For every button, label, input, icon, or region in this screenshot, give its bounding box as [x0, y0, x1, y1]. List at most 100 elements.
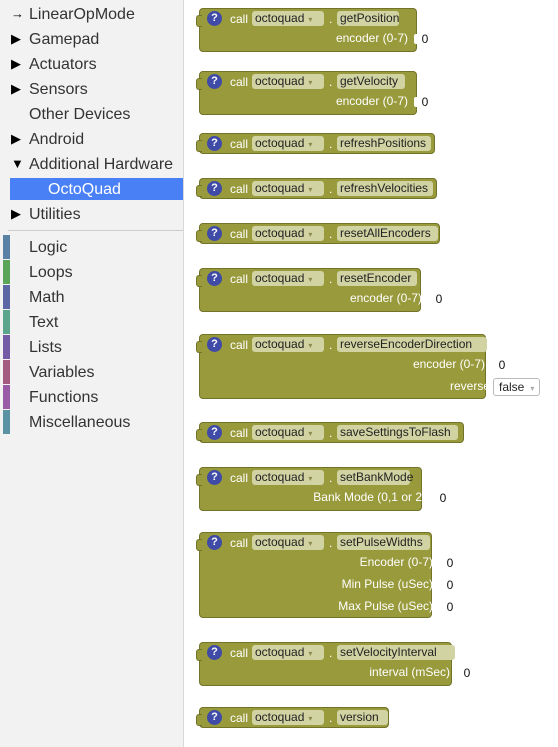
method-name: getPosition [337, 11, 399, 26]
block-setvelocityinterval[interactable]: ? call octoquad ▾. setVelocityInterval interv… [196, 642, 474, 686]
help-icon[interactable]: ? [207, 74, 222, 89]
device-dropdown[interactable]: octoquad ▾ [252, 74, 324, 89]
chevron-down-icon: ▾ [308, 429, 313, 438]
block-version[interactable]: ? call octoquad ▾. version [196, 707, 389, 728]
help-icon[interactable]: ? [207, 535, 222, 550]
category-utilities[interactable]: ▶ Utilities [0, 202, 183, 227]
number-input[interactable]: 0 [460, 665, 474, 681]
category-lists[interactable]: Lists [0, 335, 183, 360]
param-label: encoder (0-7) [412, 357, 485, 371]
category-octoquad[interactable]: OctoQuad [10, 178, 183, 200]
call-label: call [230, 471, 249, 485]
param-label: interval (mSec) [369, 665, 450, 679]
number-input[interactable]: 0 [432, 291, 446, 307]
block-notch [196, 649, 202, 661]
category-other-devices[interactable]: Other Devices [0, 102, 183, 127]
param-label: Min Pulse (uSec) [341, 577, 433, 591]
chevron-down-icon: ▾ [308, 649, 313, 658]
call-label: call [230, 137, 249, 151]
method-name: setVelocityInterval [337, 645, 455, 660]
help-icon[interactable]: ? [207, 710, 222, 725]
device-dropdown[interactable]: octoquad ▾ [252, 645, 324, 660]
reverse-dropdown[interactable]: false ▾ [493, 378, 541, 396]
chevron-down-icon: ▾ [308, 15, 313, 24]
category-math[interactable]: Math [0, 285, 183, 310]
block-setbankmode[interactable]: ? call octoquad ▾. setBankMode Bank Mode (0,1… [196, 467, 450, 511]
block-notch [196, 185, 202, 197]
block-setpulsewidths[interactable]: ? call octoquad ▾. setPulseWidths Encoder (0-… [196, 532, 457, 618]
number-input[interactable]: 0 [418, 94, 432, 110]
block-savesettingstoflash[interactable]: ? call octoquad ▾. saveSettingsToFlash [196, 422, 464, 443]
category-functions[interactable]: Functions [0, 385, 183, 410]
category-logic[interactable]: Logic [0, 235, 183, 260]
block-notch [196, 15, 202, 27]
block-getposition[interactable]: ? call octoquad ▾. getPosition encoder (0-7) 0 [196, 8, 432, 52]
dot-separator: . [329, 471, 333, 485]
number-input[interactable]: 0 [495, 357, 509, 373]
device-name: octoquad [255, 226, 305, 240]
call-label: call [230, 646, 249, 660]
device-dropdown[interactable]: octoquad ▾ [252, 11, 324, 26]
category-label: OctoQuad [48, 181, 121, 198]
dot-separator: . [329, 272, 333, 286]
category-label: Android [29, 131, 85, 148]
expand-triangle-icon: ▶ [11, 56, 21, 71]
chevron-down-icon: ▾ [308, 78, 313, 87]
category-actuators[interactable]: ▶ Actuators [0, 52, 183, 77]
device-name: octoquad [255, 11, 305, 25]
device-dropdown[interactable]: octoquad ▾ [252, 470, 324, 485]
category-miscellaneous[interactable]: Miscellaneous [0, 410, 183, 435]
param-label: encoder (0-7) [349, 291, 422, 305]
help-icon[interactable]: ? [207, 271, 222, 286]
help-icon[interactable]: ? [207, 470, 222, 485]
help-icon[interactable]: ? [207, 226, 222, 241]
category-gamepad[interactable]: ▶ Gamepad [0, 27, 183, 52]
help-icon[interactable]: ? [207, 645, 222, 660]
chevron-down-icon: ▾ [308, 341, 313, 350]
category-sensors[interactable]: ▶ Sensors [0, 77, 183, 102]
category-color-swatch [3, 260, 10, 284]
param-label: Encoder (0-7) [359, 555, 433, 569]
number-input[interactable]: 0 [443, 577, 457, 593]
category-label: Utilities [29, 206, 81, 223]
help-icon[interactable]: ? [207, 425, 222, 440]
category-linearopmode[interactable]: → LinearOpMode [0, 2, 183, 27]
number-input[interactable]: 0 [436, 490, 450, 506]
device-dropdown[interactable]: octoquad ▾ [252, 271, 324, 286]
device-dropdown[interactable]: octoquad ▾ [252, 136, 324, 151]
block-refreshvelocities[interactable]: ? call octoquad ▾. refreshVelocities [196, 178, 437, 199]
help-icon[interactable]: ? [207, 181, 222, 196]
number-input[interactable]: 0 [418, 31, 432, 47]
call-label: call [230, 227, 249, 241]
device-dropdown[interactable]: octoquad ▾ [252, 226, 324, 241]
device-dropdown[interactable]: octoquad ▾ [252, 181, 324, 196]
block-getvelocity[interactable]: ? call octoquad ▾. getVelocity encoder (0-7) 0 [196, 71, 432, 115]
number-input[interactable]: 0 [443, 555, 457, 571]
category-loops[interactable]: Loops [0, 260, 183, 285]
help-icon[interactable]: ? [207, 11, 222, 26]
category-variables[interactable]: Variables [0, 360, 183, 385]
device-dropdown[interactable]: octoquad ▾ [252, 535, 324, 550]
device-dropdown[interactable]: octoquad ▾ [252, 710, 324, 725]
collapse-triangle-icon: ▼ [11, 156, 24, 171]
device-name: octoquad [255, 535, 305, 549]
block-resetencoder[interactable]: ? call octoquad ▾. resetEncoder encoder (0-7)… [196, 268, 446, 312]
category-label: Text [29, 314, 59, 331]
block-refreshpositions[interactable]: ? call octoquad ▾. refreshPositions [196, 133, 435, 154]
category-additional-hardware[interactable]: ▼ Additional Hardware [0, 152, 183, 177]
block-reverseencoderdirection[interactable]: ? call octoquad ▾. reverseEncoderDirection en… [196, 334, 541, 399]
device-dropdown[interactable]: octoquad ▾ [252, 425, 324, 440]
help-icon[interactable]: ? [207, 136, 222, 151]
number-input[interactable]: 0 [443, 599, 457, 615]
category-color-swatch [3, 285, 10, 309]
category-android[interactable]: ▶ Android [0, 127, 183, 152]
block-resetallencoders[interactable]: ? call octoquad ▾. resetAllEncoders [196, 223, 440, 244]
dot-separator: . [329, 12, 333, 26]
help-icon[interactable]: ? [207, 337, 222, 352]
block-notch [196, 275, 202, 287]
category-text[interactable]: Text [0, 310, 183, 335]
category-label: Actuators [29, 56, 97, 73]
category-color-swatch [3, 310, 10, 334]
call-label: call [230, 338, 249, 352]
device-dropdown[interactable]: octoquad ▾ [252, 337, 324, 352]
